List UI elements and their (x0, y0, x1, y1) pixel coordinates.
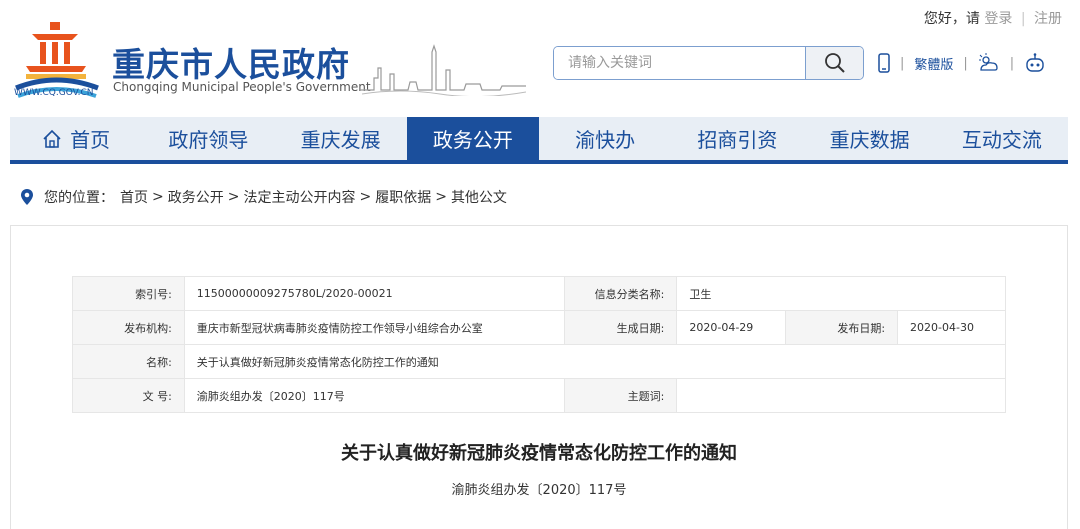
doc-number-label: 文 号: (72, 378, 185, 413)
breadcrumb-home[interactable]: 首页 (120, 187, 148, 207)
breadcrumb-statutory-content[interactable]: 法定主动公开内容 (243, 187, 355, 207)
home-icon (42, 129, 62, 149)
site-url: WWW.CQ.GOV.CN (14, 88, 94, 98)
nav-item-investment[interactable]: 招商引资 (671, 117, 803, 160)
nav-item-interaction[interactable]: 互动交流 (936, 117, 1068, 160)
nav-item-home[interactable]: 首页 (10, 117, 142, 160)
created-date-value: 2020-04-29 (676, 310, 787, 345)
weather-icon[interactable] (978, 53, 1000, 73)
site-title[interactable]: 重庆市人民政府 (112, 38, 350, 86)
city-skyline-decoration (360, 44, 526, 96)
mobile-icon[interactable] (878, 53, 890, 73)
created-date-label: 生成日期: (564, 310, 678, 345)
search-box (553, 46, 864, 80)
document-panel: 索引号: 11500000009275780L/2020-00021 信息分类名… (10, 225, 1068, 529)
site-title-english: Chongqing Municipal People's Government (113, 80, 371, 94)
nav-item-leaders[interactable]: 政府领导 (142, 117, 274, 160)
table-row: 发布机构: 重庆市新型冠状病毒肺炎疫情防控工作领导小组综合办公室 生成日期: 2… (72, 310, 1006, 345)
greeting-text: 您好，请 (923, 11, 980, 27)
published-date-label: 发布日期: (785, 310, 899, 345)
category-label: 信息分类名称: (564, 276, 678, 311)
table-row: 文 号: 渝肺炎组办发〔2020〕117号 主题词: (72, 378, 1006, 413)
doc-number-value: 渝肺炎组办发〔2020〕117号 (183, 378, 566, 413)
search-icon (824, 53, 845, 73)
location-pin-icon (20, 188, 34, 206)
breadcrumb-government-affairs[interactable]: 政务公开 (168, 187, 224, 207)
document-metadata-table: 索引号: 11500000009275780L/2020-00021 信息分类名… (72, 276, 1007, 413)
traditional-chinese-link[interactable]: 繁體版 (914, 54, 953, 73)
login-link[interactable]: 登录 (984, 11, 1012, 27)
subject-label: 主题词: (564, 378, 678, 413)
breadcrumb: 您的位置： 首页 > 政务公开 > 法定主动公开内容 > 履职依据 > 其他公文 (20, 187, 507, 207)
register-link[interactable]: 注册 (1034, 11, 1062, 27)
category-value: 卫生 (676, 276, 1006, 311)
nav-item-government-affairs[interactable]: 政务公开 (406, 117, 539, 160)
search-input[interactable] (554, 47, 805, 79)
search-button[interactable] (805, 47, 863, 79)
document-number: 渝肺炎组办发〔2020〕117号 (451, 483, 627, 498)
nav-item-data[interactable]: 重庆数据 (804, 117, 936, 160)
org-value: 重庆市新型冠状病毒肺炎疫情防控工作领导小组综合办公室 (183, 310, 566, 345)
name-label: 名称: (72, 344, 185, 379)
name-value: 关于认真做好新冠肺炎疫情常态化防控工作的通知 (183, 344, 1007, 379)
org-label: 发布机构: (72, 310, 185, 345)
breadcrumb-prefix: 您的位置： (44, 190, 114, 206)
table-row: 名称: 关于认真做好新冠肺炎疫情常态化防控工作的通知 (72, 344, 1007, 379)
published-date-value: 2020-04-30 (897, 310, 1006, 345)
index-label: 索引号: (72, 276, 185, 311)
document-title: 关于认真做好新冠肺炎疫情常态化防控工作的通知 (341, 443, 737, 464)
subject-value (676, 378, 1006, 413)
header-tools: | 繁體版 | | (878, 50, 1046, 76)
index-value: 11500000009275780L/2020-00021 (183, 276, 566, 311)
nav-item-yukuaiban[interactable]: 渝快办 (539, 117, 671, 160)
links-separator: | (1020, 11, 1026, 27)
breadcrumb-other-documents[interactable]: 其他公文 (451, 187, 507, 207)
nav-item-label: 首页 (70, 128, 111, 152)
user-links: 您好，请 登录 | 注册 (924, 8, 1062, 28)
breadcrumb-duty-basis[interactable]: 履职依据 (375, 187, 431, 207)
main-nav: 首页 政府领导 重庆发展 政务公开 渝快办 招商引资 重庆数据 互动交流 (10, 117, 1068, 164)
nav-item-development[interactable]: 重庆发展 (275, 117, 407, 160)
robot-icon[interactable] (1024, 53, 1046, 73)
table-row: 索引号: 11500000009275780L/2020-00021 信息分类名… (72, 276, 1006, 311)
